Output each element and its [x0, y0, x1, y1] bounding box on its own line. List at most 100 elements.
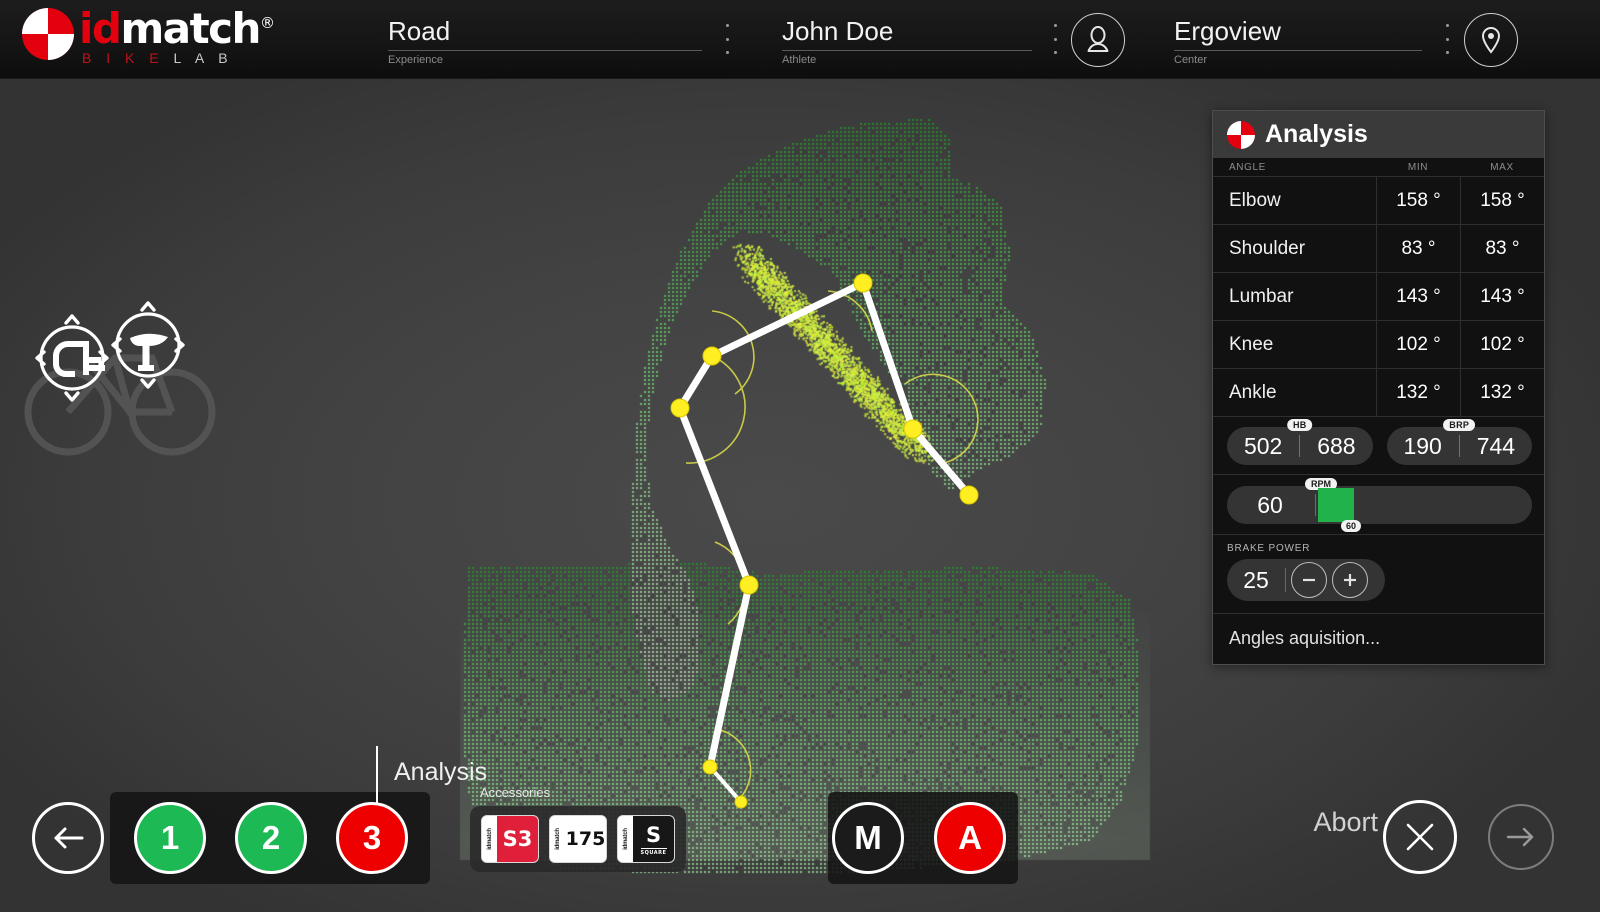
analysis-panel-header: Analysis [1213, 111, 1544, 158]
accessory-subcode: SQUARE [641, 848, 667, 856]
row-max: 102 ° [1460, 321, 1544, 368]
brake-divider [1285, 568, 1286, 592]
accessory-brand-label: idmatch [623, 828, 629, 850]
accessory-card[interactable]: idmatch S3 [481, 815, 539, 863]
row-name: Ankle [1213, 369, 1376, 416]
experience-field[interactable]: Road Experience [388, 16, 702, 66]
brp-left-value: 190 [1387, 433, 1459, 460]
athlete-value: John Doe [782, 16, 1032, 50]
abort-label: Abort [1313, 807, 1378, 838]
logo-sub-lab: L A B [173, 50, 233, 66]
experience-kebab-menu-icon[interactable] [722, 24, 732, 54]
hb-left-value: 502 [1227, 433, 1299, 460]
app-root: idmatch® B I K E L A B Road Experience J… [0, 0, 1600, 912]
center-field[interactable]: Ergoview Center [1174, 16, 1422, 66]
accessory-card[interactable]: idmatch 175 [549, 815, 607, 863]
col-header-max: MAX [1460, 162, 1544, 173]
accessories-tray: idmatch S3 idmatch 175 idmatch S SQUARE [470, 806, 686, 872]
brake-power-stepper[interactable]: 25 [1227, 559, 1385, 601]
next-button[interactable] [1488, 804, 1554, 870]
mode-button-auto[interactable]: A [934, 802, 1006, 874]
handlebar-adjust-icon[interactable] [41, 327, 103, 389]
step-button-2[interactable]: 2 [235, 802, 307, 874]
athlete-label: Athlete [782, 54, 1032, 66]
center-label: Center [1174, 54, 1422, 66]
rpm-tick-label: 60 [1341, 520, 1361, 532]
brand-logo[interactable]: idmatch® B I K E L A B [22, 8, 273, 65]
mode-button-manual[interactable]: M [832, 802, 904, 874]
logo-sub-bike: B I K E [82, 50, 164, 66]
saddle-adjust-icon[interactable] [117, 314, 179, 376]
center-underline [1174, 50, 1422, 51]
center-value: Ergoview [1174, 16, 1422, 50]
step-button-1[interactable]: 1 [134, 802, 206, 874]
row-name: Lumbar [1213, 273, 1376, 320]
accessory-card[interactable]: idmatch S SQUARE [617, 815, 675, 863]
accessory-brand-strip: idmatch [482, 816, 497, 862]
accessory-code: S3 [497, 816, 538, 862]
abort-button[interactable] [1383, 800, 1457, 874]
row-name: Knee [1213, 321, 1376, 368]
minus-icon[interactable] [1291, 562, 1327, 598]
hb-right-value: 688 [1300, 433, 1372, 460]
accessory-code: S [646, 823, 661, 847]
experience-label: Experience [388, 54, 702, 66]
bottom-toolbar: 1 2 3 Analysis Accessories idmatch S3 id… [0, 730, 1600, 912]
rpm-value: 60 [1227, 492, 1313, 519]
plus-icon[interactable] [1332, 562, 1368, 598]
rpm-fill-bar [1318, 488, 1354, 522]
logo-match-text: match [120, 4, 259, 53]
bicycle-silhouette-icon [28, 358, 212, 452]
person-icon[interactable] [1071, 13, 1125, 67]
rpm-section: RPM 60 60 [1213, 474, 1544, 534]
brake-power-label: BRAKE POWER [1227, 543, 1532, 554]
col-header-min: MIN [1376, 162, 1460, 173]
step-button-3[interactable]: 3 [336, 802, 408, 874]
analysis-metrics: HB 502 688 BRP 190 744 [1213, 416, 1544, 474]
accessory-brand-strip: idmatch [550, 816, 565, 862]
hb-metric[interactable]: HB 502 688 [1227, 427, 1373, 465]
skeleton-bones [680, 283, 969, 767]
athlete-underline [782, 50, 1032, 51]
analysis-status-text: Angles aquisition... [1213, 613, 1544, 664]
col-header-angle: ANGLE [1213, 162, 1376, 173]
accessories-label: Accessories [480, 785, 550, 800]
logo-id-text: id [79, 4, 120, 53]
saddle-up-arrow [142, 303, 154, 310]
back-button[interactable] [32, 802, 104, 874]
table-row[interactable]: Knee 102 ° 102 ° [1213, 320, 1544, 368]
accessory-brand-label: idmatch [487, 828, 493, 850]
brp-tag: BRP [1443, 419, 1475, 431]
row-name: Shoulder [1213, 225, 1376, 272]
location-pin-icon[interactable] [1464, 13, 1518, 67]
row-min: 83 ° [1376, 225, 1460, 272]
accessory-code-wrap: S SQUARE [633, 816, 674, 862]
row-max: 83 ° [1460, 225, 1544, 272]
athlete-kebab-menu-icon[interactable] [1050, 24, 1060, 54]
rpm-gauge[interactable]: RPM 60 60 [1227, 486, 1532, 524]
analysis-title: Analysis [1265, 120, 1368, 149]
accessory-brand-strip: idmatch [618, 816, 633, 862]
center-kebab-menu-icon[interactable] [1442, 24, 1452, 54]
row-max: 158 ° [1460, 177, 1544, 224]
app-header: idmatch® B I K E L A B Road Experience J… [0, 0, 1600, 79]
rpm-separator [1315, 494, 1316, 516]
table-row[interactable]: Shoulder 83 ° 83 ° [1213, 224, 1544, 272]
logo-registered-mark: ® [260, 14, 274, 32]
brp-right-value: 744 [1460, 433, 1532, 460]
brake-power-value: 25 [1227, 567, 1285, 594]
row-min: 158 ° [1376, 177, 1460, 224]
step-caption: Analysis [394, 758, 487, 787]
table-row[interactable]: Lumbar 143 ° 143 ° [1213, 272, 1544, 320]
accessory-code: 175 [565, 816, 606, 862]
athlete-field[interactable]: John Doe Athlete [782, 16, 1032, 66]
bike-adjust-control[interactable] [20, 290, 230, 480]
table-row[interactable]: Elbow 158 ° 158 ° [1213, 176, 1544, 224]
row-name: Elbow [1213, 177, 1376, 224]
brp-metric[interactable]: BRP 190 744 [1387, 427, 1533, 465]
row-max: 132 ° [1460, 369, 1544, 416]
analysis-panel: Analysis ANGLE MIN MAX Elbow 158 ° 158 °… [1212, 110, 1545, 665]
table-row[interactable]: Ankle 132 ° 132 ° [1213, 368, 1544, 416]
row-min: 143 ° [1376, 273, 1460, 320]
experience-underline [388, 50, 702, 51]
